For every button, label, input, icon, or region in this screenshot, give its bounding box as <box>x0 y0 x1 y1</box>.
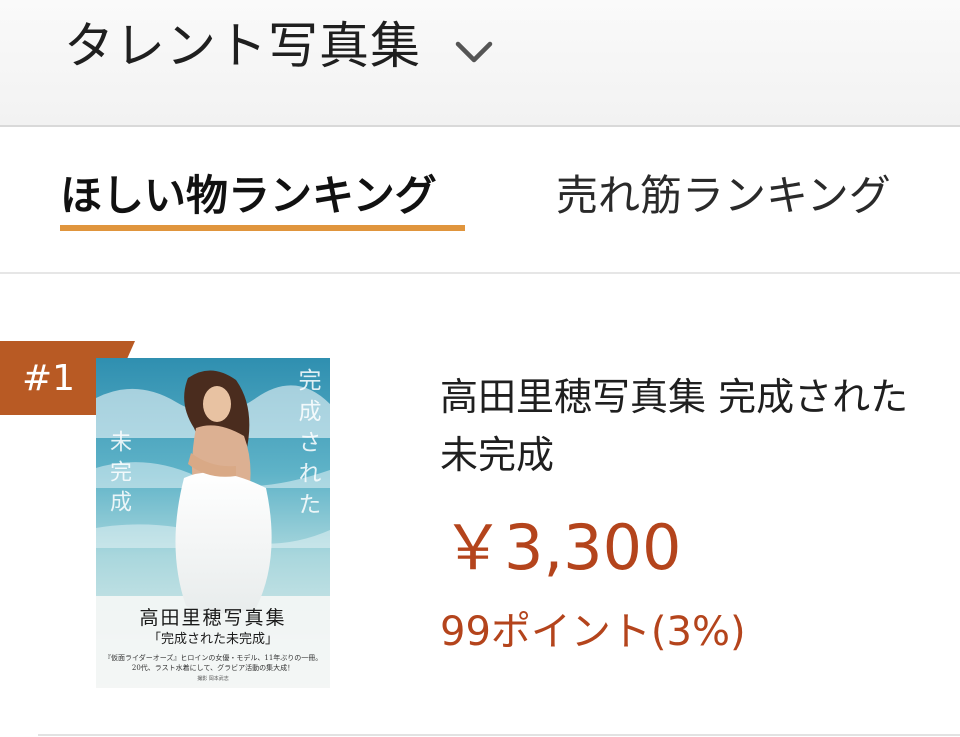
item-divider <box>38 734 960 736</box>
tab-bestseller-ranking[interactable]: 売れ筋ランキング <box>556 167 891 225</box>
ranking-item[interactable]: #1 完成された 未完成 高田里穂写真集 「完成された未完成」 『仮面ライダーオ… <box>0 274 960 737</box>
product-price: ￥3,300 <box>442 511 682 584</box>
product-points: 99ポイント(3%) <box>440 609 746 655</box>
ranking-page: タレント写真集 ほしい物ランキング 売れ筋ランキング #1 完成された 未完成 … <box>0 0 960 737</box>
tab-wishlist-ranking[interactable]: ほしい物ランキング <box>60 167 465 231</box>
category-title[interactable]: タレント写真集 <box>64 14 421 78</box>
cover-copy-line2: 20代、ラスト水着にして、グラビア活動の集大成！ <box>131 664 295 672</box>
cover-vertical-subtitle: 未完成 <box>106 430 131 520</box>
cover-vertical-title: 完成された <box>294 368 320 523</box>
tab-bestseller-ranking-label: 売れ筋ランキング <box>556 171 891 220</box>
ranking-tabs: ほしい物ランキング 売れ筋ランキング <box>0 127 960 274</box>
cover-title: 高田里穂写真集 <box>139 607 287 629</box>
product-cover-image[interactable]: 完成された 未完成 高田里穂写真集 「完成された未完成」 『仮面ライダーオーズ』… <box>96 358 330 688</box>
rank-number: #1 <box>22 358 76 399</box>
product-title-link[interactable]: 高田里穂写真集 完成された未完成 <box>440 368 920 484</box>
category-header[interactable]: タレント写真集 <box>0 0 960 127</box>
cover-copy-line1: 『仮面ライダーオーズ』ヒロインの女優・モデル、11年ぶりの一冊。 <box>104 654 322 662</box>
chevron-down-icon[interactable] <box>452 30 496 74</box>
active-tab-underline <box>60 225 465 231</box>
cover-subtitle: 「完成された未完成」 <box>147 632 278 647</box>
tab-wishlist-ranking-label: ほしい物ランキング <box>60 171 437 220</box>
cover-credit: 撮影 岡本武志 <box>197 676 229 682</box>
